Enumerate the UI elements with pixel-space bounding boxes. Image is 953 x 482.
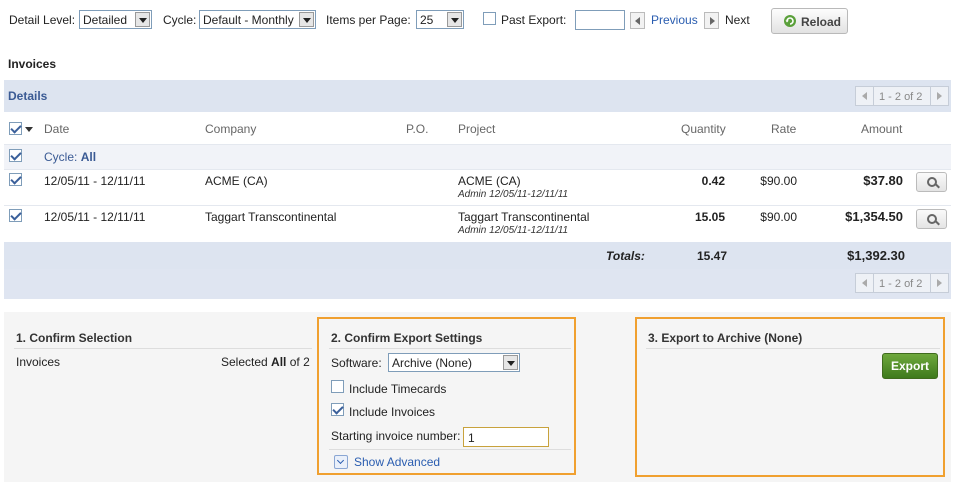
software-value: Archive (None) bbox=[392, 356, 473, 370]
row-quantity: 0.42 bbox=[701, 174, 725, 188]
include-timecards-checkbox[interactable] bbox=[331, 380, 344, 393]
divider bbox=[646, 348, 940, 349]
pager-bottom: 1 - 2 of 2 bbox=[855, 273, 949, 293]
row-quantity: 15.05 bbox=[694, 210, 725, 224]
cycle-group-label-text: Cycle: bbox=[44, 150, 78, 164]
past-export-input[interactable] bbox=[575, 10, 625, 30]
past-export-label: Past Export: bbox=[501, 13, 567, 27]
col-company[interactable]: Company bbox=[205, 122, 256, 136]
chevron-down-icon bbox=[503, 355, 518, 370]
items-per-page-value: 25 bbox=[420, 13, 434, 27]
col-amount[interactable]: Amount bbox=[861, 122, 902, 136]
detail-level-select[interactable]: Detailed bbox=[79, 10, 152, 29]
row-project: ACME (CA) bbox=[458, 174, 521, 188]
divider bbox=[329, 348, 571, 349]
include-timecards-label: Include Timecards bbox=[349, 382, 447, 396]
cycle-group-checkbox[interactable] bbox=[9, 149, 22, 162]
row-company: Taggart Transcontinental bbox=[205, 210, 337, 224]
row-date: 12/05/11 - 12/11/11 bbox=[44, 210, 146, 224]
section-title: Invoices bbox=[8, 57, 57, 71]
export-button[interactable]: Export bbox=[882, 353, 938, 379]
col-date[interactable]: Date bbox=[44, 122, 69, 136]
previous-link[interactable]: Previous bbox=[651, 13, 698, 27]
items-per-page-label: Items per Page: bbox=[326, 13, 411, 27]
cycle-group-label: Cycle: All bbox=[44, 150, 96, 164]
totals-quantity: 15.47 bbox=[696, 249, 727, 263]
chevron-down-icon bbox=[135, 12, 150, 27]
pager-prev-icon[interactable] bbox=[856, 87, 874, 105]
divider bbox=[4, 205, 951, 206]
col-po[interactable]: P.O. bbox=[406, 122, 428, 136]
details-header: Details 1 - 2 of 2 bbox=[4, 80, 951, 112]
col-quantity[interactable]: Quantity bbox=[681, 122, 726, 136]
detail-level-label: Detail Level: bbox=[9, 13, 76, 27]
chevron-down-icon[interactable] bbox=[334, 455, 348, 469]
confirm-selection-title: 1. Confirm Selection bbox=[16, 331, 133, 345]
selected-all: All bbox=[271, 355, 287, 369]
chevron-down-icon bbox=[299, 12, 314, 27]
reload-button[interactable]: Reload bbox=[771, 8, 848, 34]
items-per-page-select[interactable]: 25 bbox=[416, 10, 464, 29]
detail-level-value: Detailed bbox=[83, 13, 128, 27]
select-all-dropdown-icon[interactable] bbox=[25, 127, 33, 132]
col-rate[interactable]: Rate bbox=[771, 122, 796, 136]
divider bbox=[14, 348, 312, 349]
cycle-group-value: All bbox=[80, 150, 97, 164]
cycle-group-row bbox=[4, 145, 951, 169]
row-project-sub: Admin 12/05/11-12/11/11 bbox=[458, 189, 569, 200]
reload-icon bbox=[784, 15, 796, 27]
pager-top: 1 - 2 of 2 bbox=[855, 86, 949, 106]
selected-prefix: Selected bbox=[221, 355, 268, 369]
cycle-value: Default - Monthly bbox=[203, 13, 294, 27]
divider bbox=[329, 449, 571, 450]
divider bbox=[4, 169, 951, 170]
previous-arrow-icon[interactable] bbox=[630, 12, 645, 29]
show-advanced-link[interactable]: Show Advanced bbox=[354, 455, 440, 469]
chevron-down-icon bbox=[447, 12, 462, 27]
pager-prev-icon[interactable] bbox=[856, 274, 874, 292]
row-amount: $37.80 bbox=[863, 173, 903, 188]
pager-next-icon[interactable] bbox=[930, 87, 948, 105]
export-settings-title: 2. Confirm Export Settings bbox=[331, 331, 483, 345]
row-date: 12/05/11 - 12/11/11 bbox=[44, 174, 146, 188]
include-invoices-checkbox[interactable] bbox=[331, 403, 344, 416]
row-checkbox[interactable] bbox=[9, 209, 22, 222]
row-checkbox[interactable] bbox=[9, 173, 22, 186]
cycle-label: Cycle: bbox=[163, 13, 197, 27]
reload-label: Reload bbox=[801, 15, 842, 29]
software-select[interactable]: Archive (None) bbox=[388, 353, 520, 372]
selected-count: Selected All of 2 bbox=[221, 355, 310, 369]
starting-invoice-label: Starting invoice number: bbox=[331, 429, 461, 443]
row-project-sub: Admin 12/05/11-12/11/11 bbox=[458, 225, 569, 236]
col-project[interactable]: Project bbox=[458, 122, 495, 136]
starting-invoice-value: 1 bbox=[468, 431, 475, 445]
select-all-checkbox[interactable] bbox=[9, 122, 22, 135]
pager-next-icon[interactable] bbox=[930, 274, 948, 292]
selected-suffix: of 2 bbox=[289, 355, 310, 369]
next-arrow-icon[interactable] bbox=[704, 12, 719, 29]
pager-text: 1 - 2 of 2 bbox=[879, 91, 923, 103]
include-invoices-label: Include Invoices bbox=[349, 405, 436, 419]
cycle-select[interactable]: Default - Monthly bbox=[199, 10, 316, 29]
row-company: ACME (CA) bbox=[205, 174, 268, 188]
next-link[interactable]: Next bbox=[725, 13, 750, 27]
row-amount: $1,354.50 bbox=[845, 209, 903, 224]
totals-label: Totals: bbox=[606, 249, 645, 263]
software-label: Software: bbox=[331, 356, 382, 370]
starting-invoice-input[interactable]: 1 bbox=[463, 427, 549, 447]
past-export-checkbox[interactable] bbox=[483, 12, 496, 25]
pager-text: 1 - 2 of 2 bbox=[879, 278, 923, 290]
totals-row: Totals: 15.47 $1,392.30 bbox=[4, 242, 951, 269]
row-rate: $90.00 bbox=[760, 174, 797, 188]
totals-amount: $1,392.30 bbox=[847, 248, 905, 263]
details-title: Details bbox=[8, 89, 48, 103]
row-rate: $90.00 bbox=[760, 210, 797, 224]
magnifier-icon[interactable] bbox=[916, 209, 947, 229]
export-archive-title: 3. Export to Archive (None) bbox=[648, 331, 803, 345]
pager-footer: 1 - 2 of 2 bbox=[4, 269, 951, 299]
confirm-selection-item: Invoices bbox=[16, 355, 61, 369]
magnifier-icon[interactable] bbox=[916, 172, 947, 192]
row-project: Taggart Transcontinental bbox=[458, 210, 590, 224]
